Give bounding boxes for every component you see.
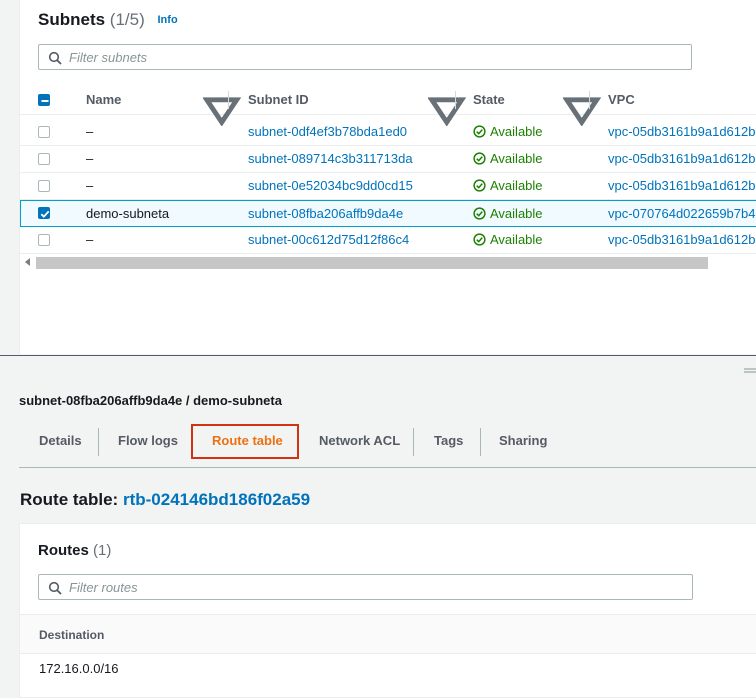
horizontal-scrollbar[interactable]	[20, 254, 756, 270]
row-vpc-link[interactable]: vpc-070764d022659b7b4	[608, 201, 755, 227]
route-table-heading: Route table: rtb-024146bd186f02a59	[20, 490, 310, 510]
subnets-table-header: Name Subnet ID State VPC	[20, 85, 756, 126]
detail-tabs: Details Flow logs Route table Network AC…	[19, 424, 756, 468]
row-checkbox[interactable]	[38, 153, 50, 165]
subnets-filter[interactable]	[38, 44, 692, 70]
subnets-count: (1/5)	[109, 10, 145, 29]
row-name: –	[86, 232, 94, 247]
detail-title: subnet-08fba206affb9da4e / demo-subneta	[19, 393, 282, 408]
routes-table-header: Destination	[20, 614, 756, 654]
column-header-destination[interactable]: Destination	[39, 628, 104, 642]
table-row[interactable]: – subnet-0df4ef3b78bda1ed0 Available vpc…	[20, 119, 756, 146]
tab-route-table[interactable]: Route table	[212, 424, 283, 460]
row-subnet-id-link[interactable]: subnet-08fba206affb9da4e	[248, 201, 403, 227]
subnets-panel: Subnets (1/5) Info Name	[0, 0, 756, 356]
route-table-id-link[interactable]: rtb-024146bd186f02a59	[123, 490, 310, 509]
row-state: Available	[473, 119, 543, 145]
tab-network-acl[interactable]: Network ACL	[319, 424, 400, 460]
table-row[interactable]: – subnet-0e52034bc9dd0cd15 Available vpc…	[20, 173, 756, 200]
row-checkbox[interactable]	[38, 126, 50, 138]
resize-handle-icon[interactable]	[744, 368, 756, 374]
routes-title: Routes	[38, 542, 89, 559]
row-name: demo-subneta	[86, 206, 170, 221]
check-circle-icon	[473, 179, 486, 192]
column-header-vpc[interactable]: VPC	[608, 85, 635, 115]
routes-header: Routes (1)	[38, 542, 111, 559]
column-separator[interactable]	[228, 91, 229, 109]
column-header-state[interactable]: State	[473, 85, 505, 115]
subnets-table: Name Subnet ID State VPC – subnet-0df4ef…	[20, 85, 756, 254]
route-table-label: Route table:	[20, 490, 119, 509]
row-name: –	[86, 151, 94, 166]
column-separator[interactable]	[455, 91, 456, 109]
check-circle-icon	[473, 125, 486, 138]
row-vpc-link[interactable]: vpc-05db3161b9a1d612b	[608, 173, 755, 199]
row-vpc-link[interactable]: vpc-05db3161b9a1d612b	[608, 119, 755, 145]
subnets-card: Subnets (1/5) Info Name	[19, 0, 756, 354]
row-subnet-id-link[interactable]: subnet-00c612d75d12f86c4	[248, 227, 409, 253]
select-all-checkbox[interactable]	[38, 94, 50, 106]
row-vpc-link[interactable]: vpc-05db3161b9a1d612b	[608, 146, 755, 172]
scrollbar-thumb[interactable]	[36, 257, 708, 269]
routes-count: (1)	[93, 542, 112, 559]
routes-filter-input[interactable]	[69, 578, 592, 596]
search-icon	[48, 51, 62, 65]
check-circle-icon	[473, 233, 486, 246]
route-destination: 172.16.0.0/16	[39, 661, 119, 676]
row-name: –	[86, 178, 94, 193]
subnets-title: Subnets	[38, 10, 106, 29]
row-subnet-id-link[interactable]: subnet-0e52034bc9dd0cd15	[248, 173, 413, 199]
column-header-name[interactable]: Name	[86, 85, 121, 115]
subnets-header: Subnets (1/5) Info	[38, 10, 178, 30]
row-state: Available	[473, 201, 543, 227]
tab-details[interactable]: Details	[39, 424, 82, 460]
table-row-selected[interactable]: demo-subneta subnet-08fba206affb9da4e Av…	[20, 200, 756, 227]
row-subnet-id-link[interactable]: subnet-0df4ef3b78bda1ed0	[248, 119, 407, 145]
check-circle-icon	[473, 152, 486, 165]
row-state: Available	[473, 227, 543, 253]
tab-tags[interactable]: Tags	[434, 424, 463, 460]
tab-separator	[98, 428, 99, 456]
split-divider[interactable]	[0, 355, 756, 356]
table-row[interactable]: – subnet-00c612d75d12f86c4 Available vpc…	[20, 227, 756, 254]
routes-filter[interactable]	[38, 574, 693, 600]
checkbox-indeterminate-icon	[41, 100, 49, 102]
subnets-filter-input[interactable]	[69, 48, 591, 66]
info-link[interactable]: Info	[158, 14, 178, 26]
check-circle-icon	[473, 207, 486, 220]
row-state: Available	[473, 173, 543, 199]
tab-separator	[413, 428, 414, 456]
tab-sharing[interactable]: Sharing	[499, 424, 547, 460]
table-row[interactable]: – subnet-089714c3b311713da Available vpc…	[20, 146, 756, 173]
tab-separator	[480, 428, 481, 456]
search-icon	[48, 581, 62, 595]
row-checkbox[interactable]	[38, 234, 50, 246]
row-vpc-link[interactable]: vpc-05db3161b9a1d612b	[608, 227, 755, 253]
row-state: Available	[473, 146, 543, 172]
row-subnet-id-link[interactable]: subnet-089714c3b311713da	[248, 146, 413, 172]
column-separator[interactable]	[589, 91, 590, 109]
checkbox-checked-icon	[40, 210, 50, 218]
row-checkbox[interactable]	[38, 180, 50, 192]
tab-flow-logs[interactable]: Flow logs	[118, 424, 178, 460]
row-name: –	[86, 124, 94, 139]
row-checkbox-checked[interactable]	[38, 207, 50, 219]
column-header-subnet-id[interactable]: Subnet ID	[248, 85, 309, 115]
routes-card: Routes (1) Destination 172.16.0.0/16	[19, 523, 756, 698]
scroll-left-icon[interactable]	[25, 258, 31, 266]
